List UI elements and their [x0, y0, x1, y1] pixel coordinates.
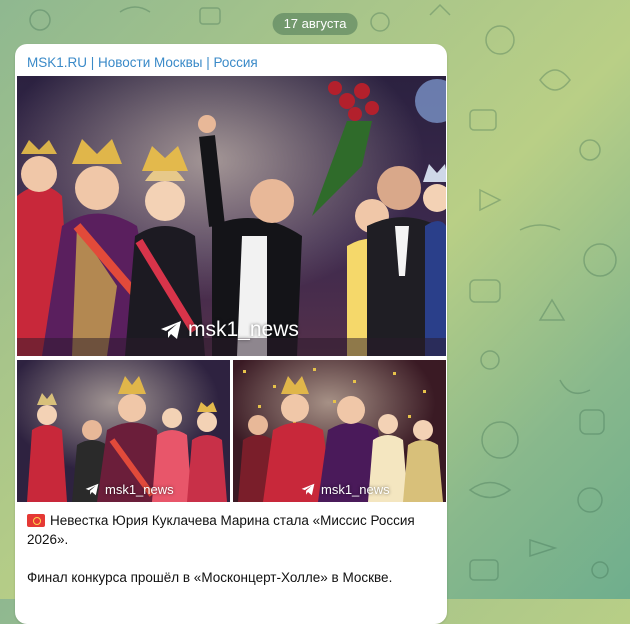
caption-line-1: Невестка Юрия Куклачева Марина стала «Ми… [27, 513, 415, 547]
flag-emoji-icon [27, 514, 45, 527]
telegram-plane-icon [161, 321, 181, 339]
telegram-plane-icon [301, 483, 315, 496]
post-caption: Невестка Юрия Куклачева Марина стала «Ми… [27, 511, 437, 587]
post-photo-2[interactable]: msk1_news [17, 360, 230, 502]
caption-line-2: Финал конкурса прошёл в «Москонцерт-Холл… [27, 570, 393, 585]
watermark-text: msk1_news [321, 482, 390, 497]
channel-name-link[interactable]: MSK1.RU | Новости Москвы | Россия [27, 55, 258, 70]
watermark-text: msk1_news [188, 318, 299, 341]
caption-paragraph-1: Невестка Юрия Куклачева Марина стала «Ми… [27, 511, 437, 549]
channel-post-bubble[interactable]: MSK1.RU | Новости Москвы | Россия msk1_n… [15, 44, 447, 624]
watermark-left: msk1_news [85, 482, 174, 497]
telegram-plane-icon [85, 483, 99, 496]
watermark-right: msk1_news [301, 482, 390, 497]
post-photo-main[interactable]: msk1_news [17, 76, 446, 356]
watermark-text: msk1_news [105, 482, 174, 497]
watermark-main: msk1_news [160, 318, 299, 342]
date-separator: 17 августа [272, 13, 358, 35]
post-photo-3[interactable]: msk1_news [233, 360, 446, 502]
